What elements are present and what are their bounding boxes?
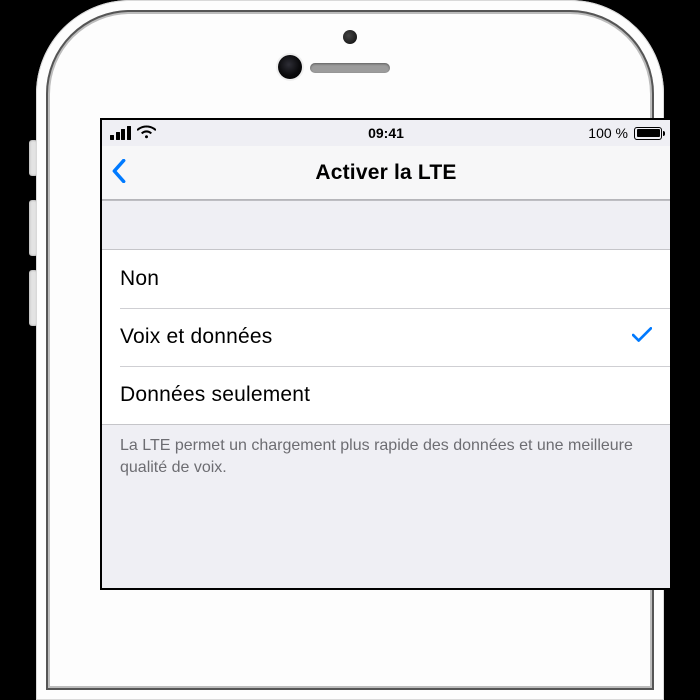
speaker-grille-icon	[310, 63, 390, 73]
option-off[interactable]: Non	[102, 250, 670, 308]
camera-dot-icon	[343, 30, 357, 44]
option-label: Voix et données	[120, 325, 272, 349]
battery-percent-text: 100 %	[588, 125, 628, 141]
option-label: Non	[120, 267, 159, 291]
footer-description: La LTE permet un chargement plus rapide …	[102, 425, 670, 478]
option-label: Données seulement	[120, 383, 310, 407]
screen: 09:41 100 % Activer la LTE Non Voix et d…	[100, 118, 672, 590]
option-data-only[interactable]: Données seulement	[102, 366, 670, 424]
option-voice-and-data[interactable]: Voix et données	[102, 308, 670, 366]
back-button[interactable]	[112, 159, 128, 187]
status-time: 09:41	[102, 125, 670, 141]
front-camera-icon	[278, 55, 302, 79]
battery-icon	[634, 127, 662, 140]
options-list: Non Voix et données Données seulement	[102, 250, 670, 424]
wifi-icon	[137, 125, 156, 142]
device-frame: 09:41 100 % Activer la LTE Non Voix et d…	[36, 0, 664, 700]
section-gap	[102, 200, 670, 250]
checkmark-icon	[632, 327, 652, 347]
page-title: Activer la LTE	[102, 161, 670, 185]
nav-header: Activer la LTE	[102, 146, 670, 200]
status-bar: 09:41 100 %	[102, 120, 670, 146]
cell-signal-icon	[110, 126, 131, 140]
